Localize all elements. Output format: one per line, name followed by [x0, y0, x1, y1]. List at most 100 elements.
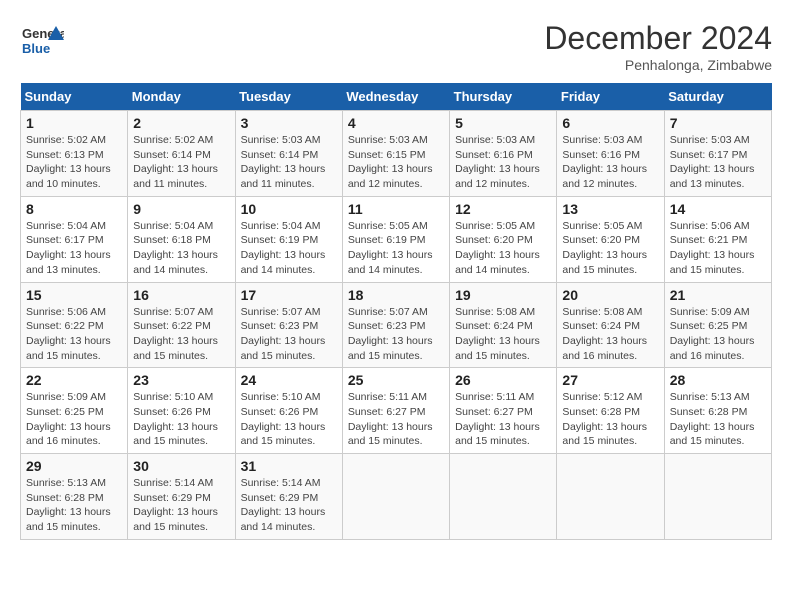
calendar-cell [450, 454, 557, 540]
day-info: Sunrise: 5:13 AMSunset: 6:28 PMDaylight:… [670, 390, 766, 449]
day-number: 23 [133, 372, 229, 388]
day-number: 16 [133, 287, 229, 303]
calendar-table: SundayMondayTuesdayWednesdayThursdayFrid… [20, 83, 772, 540]
day-info: Sunrise: 5:14 AMSunset: 6:29 PMDaylight:… [133, 476, 229, 535]
day-number: 26 [455, 372, 551, 388]
day-info: Sunrise: 5:12 AMSunset: 6:28 PMDaylight:… [562, 390, 658, 449]
calendar-cell: 7 Sunrise: 5:03 AMSunset: 6:17 PMDaylight… [664, 111, 771, 197]
calendar-cell: 22 Sunrise: 5:09 AMSunset: 6:25 PMDayligh… [21, 368, 128, 454]
title-block: December 2024 Penhalonga, Zimbabwe [544, 20, 772, 73]
day-info: Sunrise: 5:03 AMSunset: 6:14 PMDaylight:… [241, 133, 337, 192]
day-number: 10 [241, 201, 337, 217]
day-info: Sunrise: 5:06 AMSunset: 6:21 PMDaylight:… [670, 219, 766, 278]
day-info: Sunrise: 5:03 AMSunset: 6:17 PMDaylight:… [670, 133, 766, 192]
logo: General Blue [20, 20, 64, 64]
day-number: 15 [26, 287, 122, 303]
day-info: Sunrise: 5:13 AMSunset: 6:28 PMDaylight:… [26, 476, 122, 535]
day-number: 22 [26, 372, 122, 388]
month-title: December 2024 [544, 20, 772, 57]
calendar-cell: 15 Sunrise: 5:06 AMSunset: 6:22 PMDayligh… [21, 282, 128, 368]
calendar-cell: 8 Sunrise: 5:04 AMSunset: 6:17 PMDaylight… [21, 196, 128, 282]
day-number: 2 [133, 115, 229, 131]
calendar-cell: 26 Sunrise: 5:11 AMSunset: 6:27 PMDayligh… [450, 368, 557, 454]
day-info: Sunrise: 5:09 AMSunset: 6:25 PMDaylight:… [670, 305, 766, 364]
day-info: Sunrise: 5:06 AMSunset: 6:22 PMDaylight:… [26, 305, 122, 364]
weekday-header-wednesday: Wednesday [342, 83, 449, 111]
calendar-cell: 11Sunrise: 5:05 AMSunset: 6:19 PMDayligh… [342, 196, 449, 282]
day-info: Sunrise: 5:05 AMSunset: 6:19 PMDaylight:… [348, 219, 444, 278]
weekday-header-sunday: Sunday [21, 83, 128, 111]
svg-text:Blue: Blue [22, 41, 50, 56]
location-subtitle: Penhalonga, Zimbabwe [544, 57, 772, 73]
day-info: Sunrise: 5:05 AMSunset: 6:20 PMDaylight:… [562, 219, 658, 278]
calendar-cell: 10 Sunrise: 5:04 AMSunset: 6:19 PMDayligh… [235, 196, 342, 282]
day-number: 31 [241, 458, 337, 474]
day-number: 14 [670, 201, 766, 217]
calendar-cell: 23 Sunrise: 5:10 AMSunset: 6:26 PMDayligh… [128, 368, 235, 454]
day-number: 4 [348, 115, 444, 131]
calendar-cell: 1 Sunrise: 5:02 AMSunset: 6:13 PMDaylight… [21, 111, 128, 197]
day-number: 13 [562, 201, 658, 217]
calendar-cell [557, 454, 664, 540]
day-info: Sunrise: 5:04 AMSunset: 6:17 PMDaylight:… [26, 219, 122, 278]
calendar-cell: 14 Sunrise: 5:06 AMSunset: 6:21 PMDayligh… [664, 196, 771, 282]
weekday-header-thursday: Thursday [450, 83, 557, 111]
day-number: 5 [455, 115, 551, 131]
weekday-header-tuesday: Tuesday [235, 83, 342, 111]
day-info: Sunrise: 5:11 AMSunset: 6:27 PMDaylight:… [455, 390, 551, 449]
day-number: 28 [670, 372, 766, 388]
weekday-header-friday: Friday [557, 83, 664, 111]
day-number: 7 [670, 115, 766, 131]
calendar-cell: 3 Sunrise: 5:03 AMSunset: 6:14 PMDaylight… [235, 111, 342, 197]
day-number: 21 [670, 287, 766, 303]
day-info: Sunrise: 5:02 AMSunset: 6:14 PMDaylight:… [133, 133, 229, 192]
day-number: 30 [133, 458, 229, 474]
day-number: 1 [26, 115, 122, 131]
day-number: 25 [348, 372, 444, 388]
calendar-cell: 25 Sunrise: 5:11 AMSunset: 6:27 PMDayligh… [342, 368, 449, 454]
day-info: Sunrise: 5:14 AMSunset: 6:29 PMDaylight:… [241, 476, 337, 535]
day-info: Sunrise: 5:03 AMSunset: 6:16 PMDaylight:… [455, 133, 551, 192]
day-info: Sunrise: 5:11 AMSunset: 6:27 PMDaylight:… [348, 390, 444, 449]
day-info: Sunrise: 5:10 AMSunset: 6:26 PMDaylight:… [133, 390, 229, 449]
calendar-cell: 5 Sunrise: 5:03 AMSunset: 6:16 PMDaylight… [450, 111, 557, 197]
day-number: 24 [241, 372, 337, 388]
day-number: 18 [348, 287, 444, 303]
calendar-cell: 17Sunrise: 5:07 AMSunset: 6:23 PMDayligh… [235, 282, 342, 368]
day-number: 19 [455, 287, 551, 303]
day-number: 9 [133, 201, 229, 217]
day-info: Sunrise: 5:07 AMSunset: 6:22 PMDaylight:… [133, 305, 229, 364]
day-number: 29 [26, 458, 122, 474]
calendar-cell: 13 Sunrise: 5:05 AMSunset: 6:20 PMDayligh… [557, 196, 664, 282]
day-info: Sunrise: 5:08 AMSunset: 6:24 PMDaylight:… [455, 305, 551, 364]
calendar-cell: 27 Sunrise: 5:12 AMSunset: 6:28 PMDayligh… [557, 368, 664, 454]
calendar-cell: 12Sunrise: 5:05 AMSunset: 6:20 PMDayligh… [450, 196, 557, 282]
calendar-cell [342, 454, 449, 540]
weekday-header-monday: Monday [128, 83, 235, 111]
day-number: 8 [26, 201, 122, 217]
calendar-cell: 4 Sunrise: 5:03 AMSunset: 6:15 PMDaylight… [342, 111, 449, 197]
day-number: 17 [241, 287, 337, 303]
day-number: 27 [562, 372, 658, 388]
calendar-cell: 31 Sunrise: 5:14 AMSunset: 6:29 PMDayligh… [235, 454, 342, 540]
calendar-cell: 21 Sunrise: 5:09 AMSunset: 6:25 PMDayligh… [664, 282, 771, 368]
day-info: Sunrise: 5:09 AMSunset: 6:25 PMDaylight:… [26, 390, 122, 449]
calendar-cell: 24Sunrise: 5:10 AMSunset: 6:26 PMDayligh… [235, 368, 342, 454]
calendar-cell: 29 Sunrise: 5:13 AMSunset: 6:28 PMDayligh… [21, 454, 128, 540]
calendar-cell: 16 Sunrise: 5:07 AMSunset: 6:22 PMDayligh… [128, 282, 235, 368]
day-info: Sunrise: 5:07 AMSunset: 6:23 PMDaylight:… [348, 305, 444, 364]
day-info: Sunrise: 5:08 AMSunset: 6:24 PMDaylight:… [562, 305, 658, 364]
calendar-cell: 9Sunrise: 5:04 AMSunset: 6:18 PMDaylight… [128, 196, 235, 282]
calendar-cell: 20Sunrise: 5:08 AMSunset: 6:24 PMDayligh… [557, 282, 664, 368]
calendar-cell: 18 Sunrise: 5:07 AMSunset: 6:23 PMDayligh… [342, 282, 449, 368]
day-number: 6 [562, 115, 658, 131]
weekday-header-saturday: Saturday [664, 83, 771, 111]
day-info: Sunrise: 5:03 AMSunset: 6:15 PMDaylight:… [348, 133, 444, 192]
logo-svg: General Blue [20, 20, 64, 64]
calendar-cell: 2 Sunrise: 5:02 AMSunset: 6:14 PMDaylight… [128, 111, 235, 197]
day-number: 3 [241, 115, 337, 131]
day-info: Sunrise: 5:04 AMSunset: 6:19 PMDaylight:… [241, 219, 337, 278]
calendar-cell [664, 454, 771, 540]
page-header: General Blue December 2024 Penhalonga, Z… [20, 20, 772, 73]
day-info: Sunrise: 5:02 AMSunset: 6:13 PMDaylight:… [26, 133, 122, 192]
